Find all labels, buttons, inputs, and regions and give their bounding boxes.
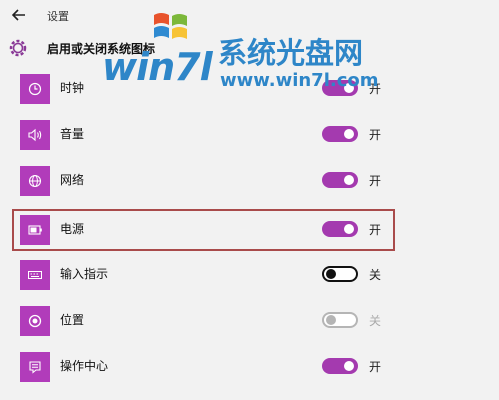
- list-item: 网络 开: [0, 159, 499, 203]
- watermark-url: www.win7l.com: [220, 70, 379, 91]
- item-label: 时钟: [60, 81, 85, 95]
- location-icon: [28, 314, 42, 328]
- power-toggle[interactable]: [322, 221, 358, 237]
- toggle-knob: [344, 175, 354, 185]
- toggle-knob: [344, 361, 354, 371]
- keyboard-icon: [28, 271, 42, 279]
- toggle-knob: [326, 269, 336, 279]
- watermark-site-name: 系统光盘网: [218, 36, 364, 70]
- network-toggle[interactable]: [322, 172, 358, 188]
- list-item: 输入指示 关: [0, 253, 499, 297]
- toggle-state: 开: [369, 360, 382, 374]
- toggle-knob: [344, 129, 354, 139]
- power-tile: [20, 215, 50, 245]
- item-label: 网络: [60, 173, 85, 187]
- watermark-logo-text: win7l: [102, 45, 213, 89]
- windows-logo-icon: [154, 13, 187, 39]
- item-label: 输入指示: [60, 267, 109, 281]
- action-center-tile: [20, 352, 50, 382]
- toggle-state: 开: [369, 223, 382, 237]
- gear-icon: [9, 39, 27, 57]
- volume-icon: [28, 128, 42, 142]
- back-button[interactable]: [9, 5, 29, 25]
- toggle-knob: [344, 224, 354, 234]
- item-label: 音量: [60, 127, 85, 141]
- toggle-knob: [326, 315, 336, 325]
- action-center-toggle[interactable]: [322, 358, 358, 374]
- network-icon: [28, 174, 42, 188]
- item-label: 电源: [60, 222, 85, 236]
- toggle-state: 开: [369, 128, 382, 142]
- power-icon: [28, 225, 42, 235]
- clock-icon: [28, 82, 42, 96]
- toggle-state: 开: [369, 174, 382, 188]
- action-center-icon: [29, 361, 41, 374]
- item-label: 位置: [60, 313, 85, 327]
- location-tile: [20, 306, 50, 336]
- toggle-state: 关: [369, 314, 382, 328]
- window-title: 设置: [47, 10, 69, 23]
- location-toggle[interactable]: [322, 312, 358, 328]
- volume-toggle[interactable]: [322, 126, 358, 142]
- back-arrow-icon: [12, 9, 25, 21]
- keyboard-tile: [20, 260, 50, 290]
- list-item: 位置 关: [0, 299, 499, 343]
- network-tile: [20, 166, 50, 196]
- list-item: 操作中心 开: [0, 345, 499, 389]
- volume-tile: [20, 120, 50, 150]
- list-item: 音量 开: [0, 113, 499, 157]
- list-item: 电源 开: [0, 208, 499, 252]
- item-label: 操作中心: [60, 359, 109, 373]
- toggle-state: 关: [369, 268, 382, 282]
- watermark: win7l 系统光盘网 www.win7l.com: [100, 5, 400, 100]
- clock-tile: [20, 74, 50, 104]
- input-indicator-toggle[interactable]: [322, 266, 358, 282]
